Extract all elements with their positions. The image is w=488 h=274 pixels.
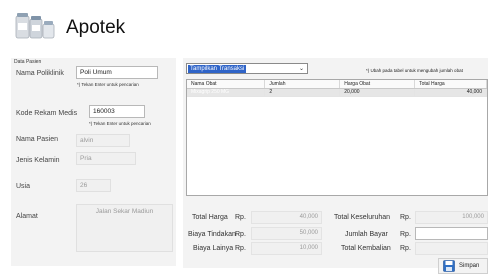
table-header-row: Nama Obat Jumlah Harga Obat Total Harga: [187, 80, 487, 89]
alamat-field: Jalan Sekar Madiun: [76, 204, 173, 252]
usia-label: Usia: [16, 183, 31, 190]
pharmacy-logo-icon: [15, 13, 55, 39]
rekam-medis-hint: *) Tekan Enter untuk pencarian: [89, 121, 151, 126]
column-header[interactable]: Nama Obat: [187, 80, 266, 89]
total-kembalian-label: Total Kembalian: [341, 245, 391, 252]
cell-harga-obat[interactable]: 20,000: [339, 88, 416, 97]
nama-pasien-label: Nama Pasien: [16, 136, 59, 143]
total-kembalian-field: [415, 242, 488, 255]
jumlah-bayar-label: Jumlah Bayar: [345, 231, 388, 238]
save-button[interactable]: Simpan: [438, 258, 488, 274]
chevron-down-icon: ⌄: [298, 66, 304, 72]
nama-pasien-field: alvin: [76, 134, 130, 147]
column-header[interactable]: Jumlah: [264, 80, 341, 89]
poliklinik-label: Nama Poliklinik: [16, 70, 64, 77]
rekam-medis-label: Kode Rekam Medis: [16, 110, 78, 117]
rekam-medis-input[interactable]: 160003: [89, 105, 145, 118]
biaya-lainya-field: 10,000: [251, 242, 322, 255]
poliklinik-input[interactable]: Poli Umum: [76, 66, 158, 79]
jenis-kelamin-field: Pria: [76, 152, 136, 165]
total-keseluruhan-label: Total Keseluruhan: [334, 214, 391, 221]
usia-field: 26: [76, 179, 111, 192]
cell-jumlah[interactable]: 2: [264, 88, 341, 97]
currency-label: Rp.: [235, 245, 246, 252]
total-keseluruhan-field: 100,000: [415, 211, 488, 224]
currency-label: Rp.: [235, 231, 246, 238]
jenis-kelamin-label: Jenis Kelamin: [16, 157, 60, 164]
cell-total-harga[interactable]: 40,000: [414, 88, 487, 97]
biaya-tindakan-field: 50,000: [251, 227, 322, 240]
patient-panel-caption: Data Pasien: [14, 59, 42, 65]
column-header[interactable]: Total Harga: [414, 80, 487, 89]
alamat-label: Alamat: [16, 213, 38, 220]
page-title: Apotek: [66, 17, 126, 38]
jumlah-bayar-input[interactable]: [415, 227, 488, 240]
transaction-table[interactable]: Nama Obat Jumlah Harga Obat Total Harga …: [186, 79, 488, 196]
table-edit-note: *) Ubah pada tabel untuk mengubah jumlah…: [366, 68, 463, 73]
total-harga-label: Total Harga: [192, 214, 228, 221]
table-row[interactable]: Mixagrip 250 MG 2 20,000 40,000: [187, 88, 487, 97]
biaya-lainya-label: Biaya Lainya: [193, 245, 234, 252]
transaction-dropdown[interactable]: Tampilkan Transaksi ⌄: [186, 63, 308, 74]
currency-label: Rp.: [400, 231, 411, 238]
currency-label: Rp.: [400, 214, 411, 221]
currency-label: Rp.: [235, 214, 246, 221]
transaction-dropdown-value: Tampilkan Transaksi: [188, 65, 247, 73]
floppy-disk-icon: [443, 260, 455, 272]
cell-nama-obat[interactable]: Mixagrip 250 MG: [187, 88, 266, 97]
biaya-tindakan-label: Biaya Tindakan: [188, 231, 236, 238]
currency-label: Rp.: [400, 245, 411, 252]
poliklinik-hint: *) Tekan Enter untuk pencarian: [77, 82, 139, 87]
column-header[interactable]: Harga Obat: [339, 80, 416, 89]
total-harga-field: 40,000: [251, 211, 322, 224]
save-button-label: Simpan: [459, 263, 480, 269]
